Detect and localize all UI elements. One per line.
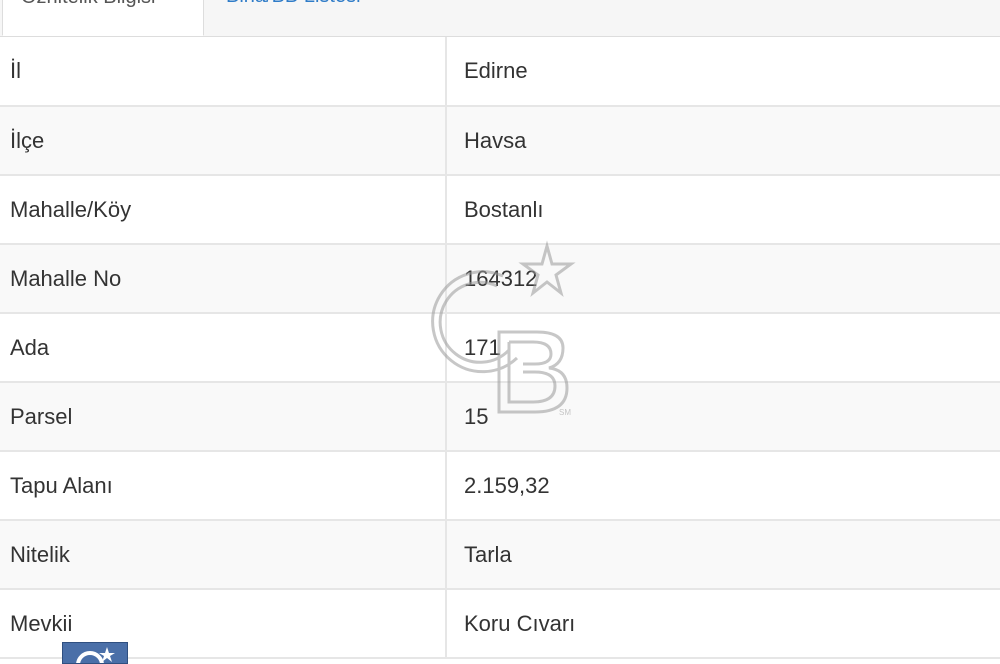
attribute-table: İl Edirne İlçe Havsa Mahalle/Köy Bostanl… [0,37,1000,659]
tab-attribute-info[interactable]: Öznitelik Bilgisi [2,0,204,36]
tab-bar: Öznitelik Bilgisi Bina/BB Listesi [0,0,1000,37]
table-row: Tapu Alanı 2.159,32 [0,451,1000,521]
row-value: Bostanlı [446,175,1000,245]
row-label: Tapu Alanı [0,451,447,521]
table-row: Parsel 15 [0,382,1000,452]
attribute-panel: Öznitelik Bilgisi Bina/BB Listesi İl Edi… [0,0,1000,664]
row-value: 2.159,32 [446,451,1000,521]
table-row: İlçe Havsa [0,106,1000,176]
row-label: Nitelik [0,520,447,590]
table-row: İl Edirne [0,37,1000,107]
table-row: Mahalle/Köy Bostanlı [0,175,1000,245]
row-value: Tarla [446,520,1000,590]
row-label: Mahalle No [0,244,447,314]
row-value: 171 [446,313,1000,383]
tab-building-list[interactable]: Bina/BB Listesi [204,0,424,36]
corner-badge-icon [62,642,128,664]
row-value: Havsa [446,106,1000,176]
table-row: Ada 171 [0,313,1000,383]
row-value: 164312 [446,244,1000,314]
row-label: Mahalle/Köy [0,175,447,245]
row-value: 15 [446,382,1000,452]
row-label: Ada [0,313,447,383]
row-label: İlçe [0,106,447,176]
row-value: Edirne [446,37,1000,107]
table-row: Mahalle No 164312 [0,244,1000,314]
row-value: Koru Cıvarı [446,589,1000,659]
table-row: Nitelik Tarla [0,520,1000,590]
row-label: İl [0,37,447,107]
row-label: Parsel [0,382,447,452]
table-row: Mevkii Koru Cıvarı [0,589,1000,659]
